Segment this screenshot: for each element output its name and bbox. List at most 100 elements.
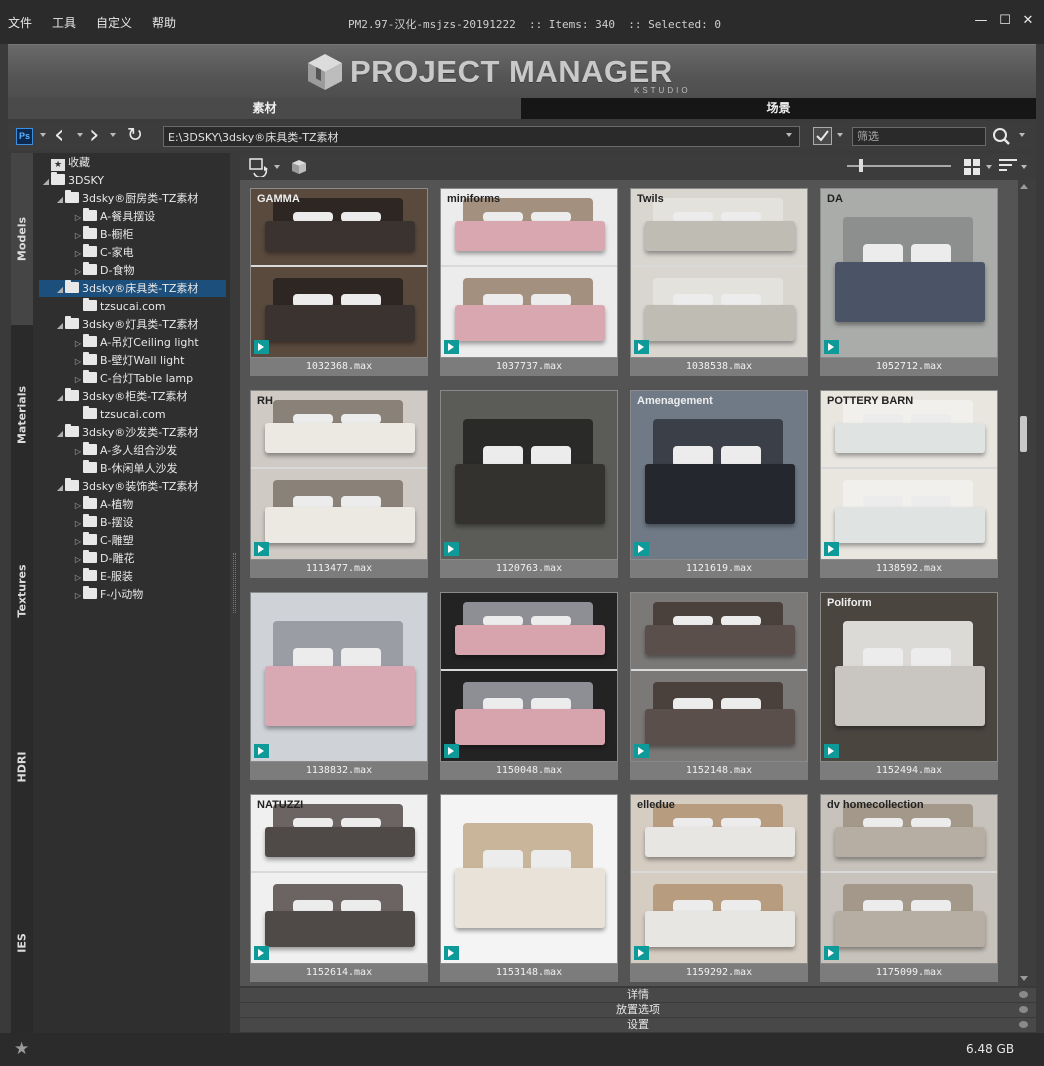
asset-thumbnail[interactable]: 1120763.max [440,390,618,578]
tree-item[interactable]: ▷ D-雕花 [73,550,134,567]
collapse-icon[interactable]: ◢ [55,281,65,298]
tree-item[interactable]: ★ 收藏 [41,154,90,171]
path-input[interactable] [163,126,800,147]
filter-input[interactable] [852,127,986,146]
search-icon[interactable] [992,127,1014,147]
asset-thumbnail[interactable]: Twils 1038538.max [630,188,808,376]
sort-dropdown-icon[interactable] [1021,165,1027,169]
expand-icon[interactable] [1019,1021,1028,1028]
tree-item[interactable]: ▷ A-吊灯Ceiling light [73,334,199,351]
tree-item[interactable]: ◢ 3dsky®厨房类-TZ素材 [55,190,198,207]
collapse-icon[interactable]: ◢ [55,191,65,208]
tree-item[interactable]: ▷ D-食物 [73,262,134,279]
grid-view-icon[interactable] [964,159,980,175]
asset-thumbnail[interactable]: GAMMA 1032368.max [250,188,428,376]
expand-icon[interactable]: ▷ [73,533,83,550]
search-dropdown-icon[interactable] [1019,133,1025,137]
back-icon[interactable]: ‹ [54,122,64,148]
expand-icon[interactable]: ▷ [73,371,83,388]
sync-icon[interactable] [248,157,270,177]
expand-icon[interactable]: ▷ [73,497,83,514]
scroll-thumb[interactable] [1020,416,1027,452]
favorite-star-icon[interactable]: ★ [14,1039,29,1059]
tree-item[interactable]: ▷ B-橱柜 [73,226,134,243]
tree-item[interactable]: ◢ 3dsky®装饰类-TZ素材 [55,478,198,495]
tree-item[interactable]: ◢ 3dsky®沙发类-TZ素材 [55,424,198,441]
menu-tools[interactable]: 工具 [52,14,76,31]
asset-thumbnail[interactable]: 1138832.max [250,592,428,780]
tree-item[interactable]: ▷ F-小动物 [73,586,143,603]
menu-customize[interactable]: 自定义 [96,14,132,31]
tree-item[interactable]: ▷ B-摆设 [73,514,134,531]
scroll-up-icon[interactable] [1020,184,1028,189]
tree-item[interactable]: tzsucai.com [73,406,166,423]
expand-icon[interactable]: ▷ [73,335,83,352]
tab-scenes[interactable]: 场景 [521,98,1036,119]
tree-item[interactable]: ▷ C-雕塑 [73,532,134,549]
grid-scrollbar[interactable] [1018,180,1036,986]
tab-assets[interactable]: 素材 [8,98,521,119]
tree-item[interactable]: ▷ A-植物 [73,496,133,513]
forward-dropdown-icon[interactable] [110,133,116,137]
tree-item[interactable]: ◢ 3DSKY [41,172,104,189]
menu-help[interactable]: 帮助 [152,14,176,31]
asset-thumbnail[interactable]: POTTERY BARN 1138592.max [820,390,998,578]
photoshop-icon[interactable]: Ps [16,128,33,145]
expand-icon[interactable] [1019,1006,1028,1013]
collapse-icon[interactable]: ◢ [55,479,65,496]
side-tab-ies[interactable]: IES [11,865,33,1033]
side-tab-models[interactable]: Models [11,153,33,325]
filter-dropdown-icon[interactable] [837,133,843,137]
expand-icon[interactable]: ▷ [73,263,83,280]
asset-thumbnail[interactable]: 1150048.max [440,592,618,780]
expand-icon[interactable]: ▷ [73,443,83,460]
settings-panel-header[interactable]: 设置 [240,1017,1036,1032]
tree-item[interactable]: ▷ B-壁灯Wall light [73,352,184,369]
package-icon[interactable] [288,156,310,178]
details-panel-header[interactable]: 详情 [240,987,1036,1002]
placement-options-panel-header[interactable]: 放置选项 [240,1002,1036,1017]
asset-thumbnail[interactable]: elledue 1159292.max [630,794,808,982]
tree-item[interactable]: ◢ 3dsky®床具类-TZ素材 [39,280,226,297]
maximize-button[interactable]: ☐ [996,12,1014,30]
refresh-icon[interactable]: ↻ [127,123,143,147]
tree-item[interactable]: ▷ A-多人组合沙发 [73,442,177,459]
expand-icon[interactable]: ▷ [73,227,83,244]
side-tab-materials[interactable]: Materials [11,325,33,505]
asset-thumbnail[interactable]: Poliform 1152494.max [820,592,998,780]
close-button[interactable]: ✕ [1019,12,1037,30]
tree-item[interactable]: ▷ A-餐具摆设 [73,208,155,225]
tree-item[interactable]: ▷ C-家电 [73,244,134,261]
tree-item[interactable]: ◢ 3dsky®灯具类-TZ素材 [55,316,198,333]
expand-icon[interactable]: ▷ [73,245,83,262]
expand-icon[interactable]: ▷ [73,551,83,568]
collapse-icon[interactable]: ◢ [41,173,51,190]
expand-icon[interactable]: ▷ [73,569,83,586]
filter-options-icon[interactable] [813,127,832,145]
tree-item[interactable]: B-休闲单人沙发 [73,460,178,477]
expand-icon[interactable]: ▷ [73,353,83,370]
splitter-grip[interactable] [233,553,236,613]
asset-thumbnail[interactable]: Amenagement 1121619.max [630,390,808,578]
tree-item[interactable]: ◢ 3dsky®柜类-TZ素材 [55,388,187,405]
minimize-button[interactable]: — [972,12,990,30]
collapse-icon[interactable]: ◢ [55,317,65,334]
asset-thumbnail[interactable]: DA 1052712.max [820,188,998,376]
expand-icon[interactable]: ▷ [73,209,83,226]
side-tab-hdri[interactable]: HDRI [11,685,33,865]
tree-item[interactable]: ▷ C-台灯Table lamp [73,370,193,387]
asset-thumbnail[interactable]: miniforms 1037737.max [440,188,618,376]
tree-item[interactable]: tzsucai.com [73,298,166,315]
forward-icon[interactable]: › [89,122,99,148]
asset-thumbnail[interactable]: 1152148.max [630,592,808,780]
sync-dropdown-icon[interactable] [274,165,280,169]
path-dropdown-icon[interactable] [786,133,792,137]
expand-icon[interactable] [1019,991,1028,998]
expand-icon[interactable]: ▷ [73,587,83,604]
side-tab-textures[interactable]: Textures [11,505,33,685]
back-dropdown-icon[interactable] [77,133,83,137]
ps-dropdown-icon[interactable] [40,133,46,137]
asset-thumbnail[interactable]: dv homecollection 1175099.max [820,794,998,982]
menu-file[interactable]: 文件 [8,14,32,31]
thumbnail-size-handle[interactable] [859,159,863,172]
